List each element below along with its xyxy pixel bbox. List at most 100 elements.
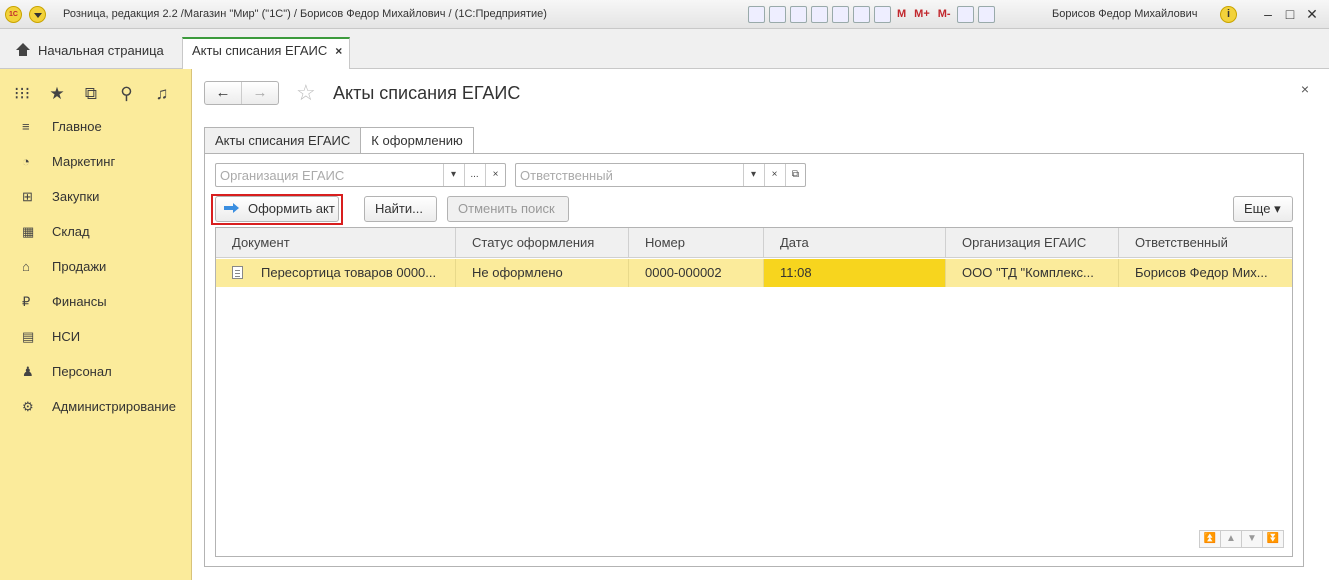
column-status[interactable]: Статус оформления [456, 228, 629, 258]
calendar-icon[interactable] [874, 6, 891, 23]
sidebar-item-finance[interactable]: ₽ Финансы [0, 284, 191, 319]
attach-icon[interactable] [832, 6, 849, 23]
sidebar-item-marketing[interactable]: ◔ Маркетинг [0, 144, 191, 179]
tab-doc-label: Акты списания ЕГАИС [192, 43, 328, 58]
app-logo-icon: 1С [5, 6, 22, 23]
panel-icon[interactable] [977, 6, 995, 23]
sidebar-item-label: Маркетинг [52, 154, 116, 169]
column-date[interactable]: Дата [764, 228, 946, 258]
restore-button[interactable]: □ [1280, 5, 1300, 23]
column-document[interactable]: Документ [216, 228, 456, 258]
sidebar-item-label: Главное [52, 119, 102, 134]
open-icon[interactable]: ⧉ [785, 164, 805, 186]
bell-icon[interactable]: ♫ [156, 84, 191, 104]
save-icon[interactable] [748, 6, 765, 23]
clear-icon[interactable]: × [764, 164, 784, 186]
window-title: Розница, редакция 2.2 /Магазин "Мир" ("1… [63, 8, 547, 20]
cancel-search-button[interactable]: Отменить поиск [447, 196, 569, 222]
favorite-star-icon[interactable]: ☆ [296, 80, 316, 106]
chevron-down-icon[interactable]: ▾ [443, 164, 463, 186]
cell-responsible[interactable]: Борисов Федор Мих... [1119, 259, 1292, 287]
find-button[interactable]: Найти... [364, 196, 437, 222]
sidebar-item-label: Продажи [52, 259, 107, 274]
chevron-down-icon[interactable]: ▾ [743, 164, 763, 186]
history-icon[interactable]: ⧉ [85, 84, 120, 104]
close-window-button[interactable]: ✕ [1302, 5, 1322, 23]
clear-icon[interactable]: × [485, 164, 505, 186]
window-tabs: Начальная страница Акты списания ЕГАИС × [0, 29, 1329, 69]
table-header: Документ Статус оформления Номер Дата Ор… [216, 228, 1292, 258]
sidebar-item-warehouse[interactable]: ▦ Склад [0, 214, 191, 249]
upload-icon[interactable] [811, 6, 828, 23]
close-form-icon[interactable]: × [1301, 81, 1309, 97]
sidebar-item-main[interactable]: ≡ Главное [0, 109, 191, 144]
main-menu-icon[interactable] [29, 6, 46, 23]
apps-grid-icon[interactable]: ⁝⁝⁝ [14, 84, 49, 104]
memory-button[interactable]: M [895, 6, 908, 23]
ruble-icon: ₽ [22, 293, 31, 309]
cell-organization[interactable]: ООО "ТД "Комплекс... [946, 259, 1119, 287]
more-button[interactable]: Еще ▾ [1233, 196, 1293, 222]
nav-buttons: ← → [204, 81, 279, 105]
sidebar-item-sales[interactable]: ⌂ Продажи [0, 249, 191, 284]
create-act-button[interactable]: Оформить акт [215, 196, 339, 222]
search-icon[interactable]: ⚲ [120, 84, 155, 104]
form-area: ← → ☆ Акты списания ЕГАИС × Акты списани… [192, 69, 1329, 580]
scroll-up-icon[interactable]: ▲ [1220, 530, 1242, 548]
tab-home[interactable]: Начальная страница [0, 39, 180, 69]
tab-egais-writeoff[interactable]: Акты списания ЕГАИС × [182, 37, 350, 69]
preview-icon[interactable] [790, 6, 807, 23]
tab-to-process[interactable]: К оформлению [360, 127, 474, 154]
tab-home-label: Начальная страница [38, 43, 164, 58]
star-icon[interactable]: ★ [49, 84, 84, 104]
zoom-icon[interactable] [956, 6, 974, 23]
toolbar-icons: M M+ M- [748, 6, 995, 23]
sidebar-item-admin[interactable]: ⚙ Администрирование [0, 389, 191, 424]
scroll-bottom-icon[interactable]: ⏬ [1262, 530, 1284, 548]
back-arrow-icon[interactable]: ← [205, 82, 242, 104]
person-icon: ♟ [22, 363, 34, 379]
sidebar-item-label: Администрирование [52, 399, 176, 414]
page-title: Акты списания ЕГАИС [333, 83, 521, 103]
documents-table: Документ Статус оформления Номер Дата Ор… [215, 227, 1293, 557]
sidebar-item-label: НСИ [52, 329, 81, 344]
cell-document-text: Пересортица товаров 0000... [261, 265, 437, 280]
forward-arrow-icon[interactable]: → [242, 82, 278, 104]
pie-chart-icon: ◔ [22, 154, 30, 169]
boxes-icon: ⊞ [22, 188, 33, 204]
select-more-button[interactable]: ... [464, 164, 484, 186]
cell-document[interactable]: Пересортица товаров 0000... [216, 259, 456, 287]
info-icon[interactable]: i [1220, 6, 1237, 23]
cell-number[interactable]: 0000-000002 [629, 259, 764, 287]
responsible-field[interactable]: Ответственный ▾ × ⧉ [515, 163, 806, 187]
scroll-down-icon[interactable]: ▼ [1241, 530, 1263, 548]
sidebar-item-purchases[interactable]: ⊞ Закупки [0, 179, 191, 214]
scroll-buttons: ⏫ ▲ ▼ ⏬ [1199, 530, 1284, 548]
form-tabs: Акты списания ЕГАИС К оформлению [204, 127, 474, 154]
minimize-button[interactable]: – [1258, 5, 1278, 23]
tab-panel: Организация ЕГАИС ▾ ... × Ответственный … [204, 153, 1304, 567]
sidebar-item-label: Закупки [52, 189, 100, 204]
column-responsible[interactable]: Ответственный [1119, 228, 1292, 258]
column-number[interactable]: Номер [629, 228, 764, 258]
close-tab-icon[interactable]: × [335, 44, 342, 58]
title-bar: 1С Розница, редакция 2.2 /Магазин "Мир" … [0, 0, 1329, 29]
sidebar-item-label: Финансы [52, 294, 107, 309]
gear-icon: ⚙ [22, 398, 34, 414]
sidebar-item-nsi[interactable]: ▤ НСИ [0, 319, 191, 354]
column-organization[interactable]: Организация ЕГАИС [946, 228, 1119, 258]
table-row[interactable]: Пересортица товаров 0000... Не оформлено… [216, 259, 1292, 287]
create-act-label: Оформить акт [248, 201, 335, 216]
cell-status[interactable]: Не оформлено [456, 259, 629, 287]
memory-minus-button[interactable]: M- [936, 6, 953, 23]
responsible-placeholder: Ответственный [520, 168, 613, 183]
tab-writeoff-acts[interactable]: Акты списания ЕГАИС [204, 127, 362, 154]
scroll-top-icon[interactable]: ⏫ [1199, 530, 1221, 548]
organization-egais-field[interactable]: Организация ЕГАИС ▾ ... × [215, 163, 506, 187]
current-user[interactable]: Борисов Федор Михайлович [1052, 8, 1198, 20]
print-icon[interactable] [769, 6, 786, 23]
calculator-icon[interactable] [853, 6, 870, 23]
memory-plus-button[interactable]: M+ [912, 6, 932, 23]
sidebar-item-staff[interactable]: ♟ Персонал [0, 354, 191, 389]
cell-date[interactable]: 11:08 [764, 259, 946, 287]
